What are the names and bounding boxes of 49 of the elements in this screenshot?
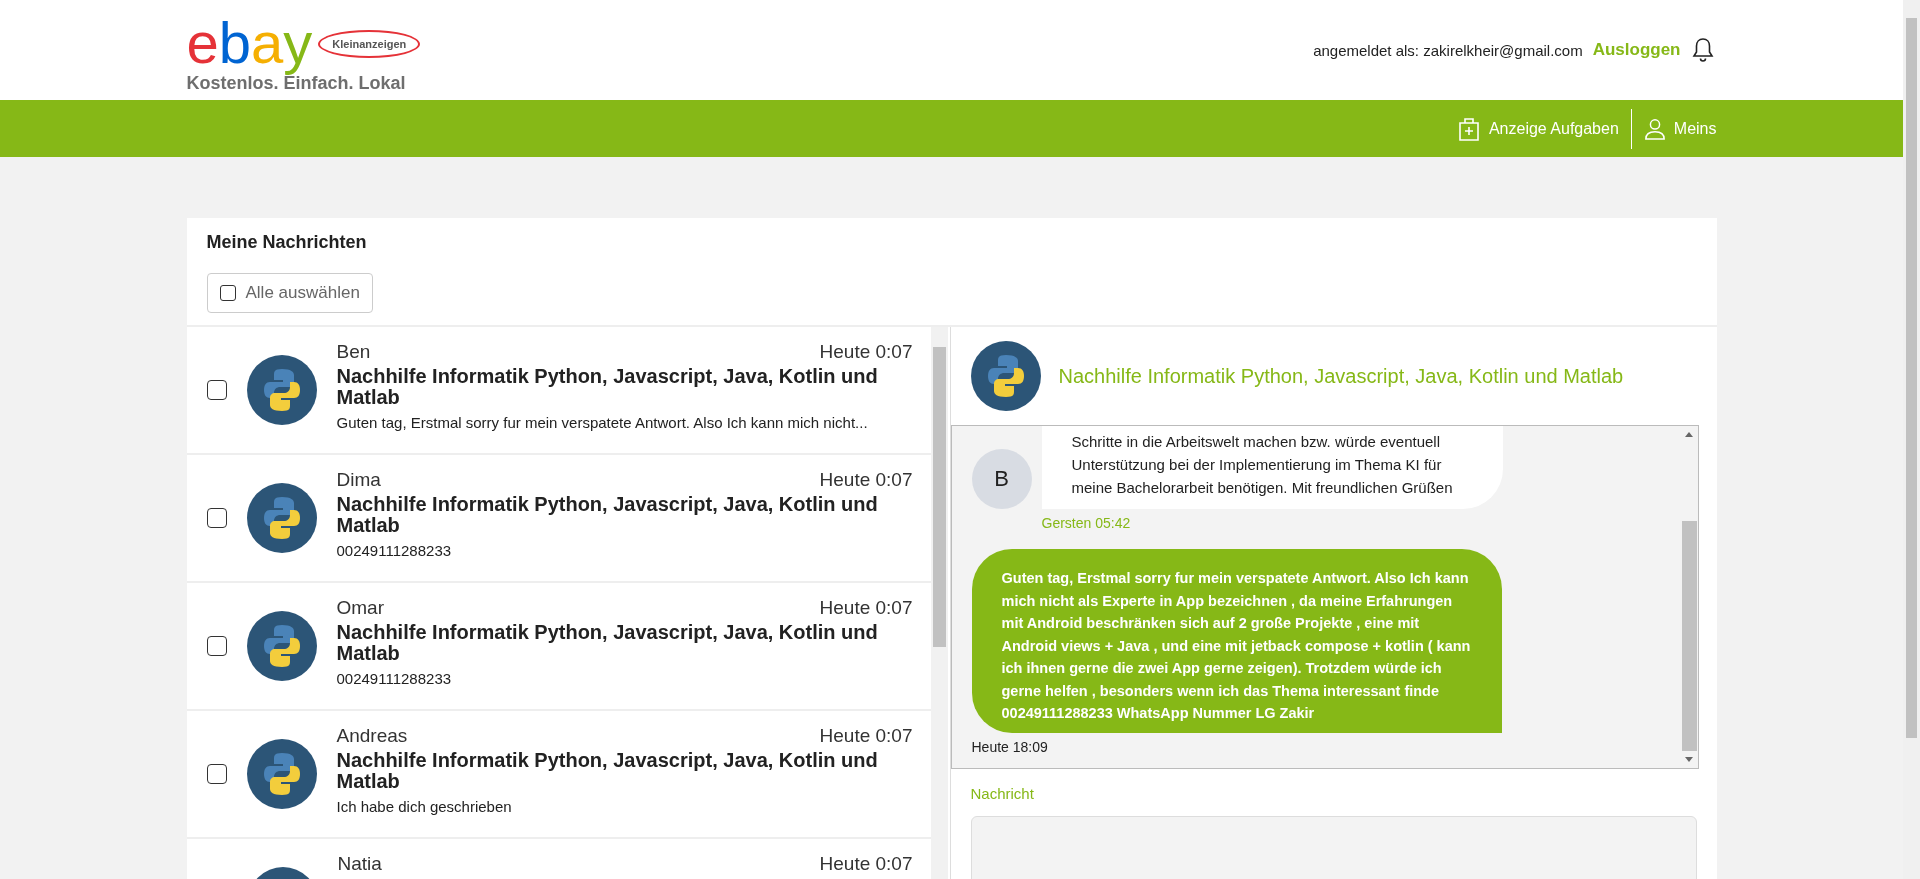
checkbox[interactable] (219, 285, 236, 301)
python-logo-avatar-icon (246, 355, 317, 425)
listing-title: Nachhilfe Informatik Python, Javascript, Java, Kotlin und Matlab (336, 750, 879, 792)
python-logo-avatar-icon (970, 341, 1041, 411)
message-label: Nachricht (970, 785, 1035, 802)
conversation-item[interactable]: Omar Heute 0:07 Nachhilfe Informatik Python, Javascript, Java, Kotlin und Matlab 00249111288233 (186, 583, 931, 711)
message-time: Heute 0:07 (819, 597, 913, 619)
sender-name: Dima (336, 469, 381, 491)
listing-title: Nachhilfe Informatik Python, Javascript, Java, Kotlin und Matlab (336, 366, 879, 408)
bag-plus-icon (1456, 115, 1481, 142)
received-message-bubble: Schritte in die Arbeitswelt machen bzw. würde eventuell Unterstützung bei der Implementierung im Thema KI für meine Bachelorarbeit benötigen. Mit freundlichen Grüßen (1041, 426, 1503, 509)
python-logo-avatar-icon (246, 739, 317, 809)
kleinanzeigen-badge: Kleinanzeigen (318, 29, 421, 58)
conversation-item[interactable]: Andreas Heute 0:07 Nachhilfe Informatik Python, Javascript, Java, Kotlin und Matlab Ich habe dich geschrieben (186, 711, 931, 839)
conversation-item[interactable]: Ben Heute 0:07 Nachhilfe Informatik Python, Javascript, Java, Kotlin und Matlab Guten tag, Erstmal sorry fur mein verspatete Antwort. Also Ich kann mich nicht... (186, 327, 931, 455)
message-preview: 00249111288233 (336, 670, 453, 687)
message-preview: Ich habe dich geschrieben (336, 798, 513, 815)
message-input[interactable] (970, 816, 1697, 879)
checkbox[interactable] (206, 636, 227, 656)
message-preview: 00249111288233 (336, 542, 453, 559)
user-icon (1643, 117, 1666, 140)
sender-name: Natia (337, 853, 382, 875)
message-time: Heute 0:07 (819, 853, 913, 875)
conversation-item[interactable]: Natia Heute 0:07 (186, 839, 931, 879)
message-time: Heute 18:09 (971, 738, 1048, 755)
sent-message-bubble: Guten tag, Erstmal sorry fur mein verspatete Antwort. Also Ich kann mich nicht als Experte in App bezeichnen , da meine Erfahrungen mit Android beschränken sich auf 2 große Projekte , eine mit Android views + Java , und eine mit jetback compose + kotlin ( kann ich ihnen gerne die zwei App gerne zeigen). Trotzdem würde ich gerne helfen , besonders wenn ich das Thema interessant finde 00249111288233 WhatsApp Nummer LG Zakir (971, 549, 1502, 733)
conversation-item[interactable]: Dima Heute 0:07 Nachhilfe Informatik Python, Javascript, Java, Kotlin und Matlab 00249111288233 (186, 455, 931, 583)
message-preview: Guten tag, Erstmal sorry fur mein verspatete Antwort. Also Ich kann mich nicht... (336, 414, 869, 431)
inbox-title: Meine Nachrichten (206, 232, 368, 253)
sender-avatar: B (971, 449, 1032, 509)
bell-icon[interactable] (1690, 37, 1715, 63)
checkbox[interactable] (206, 508, 227, 528)
signed-in-label: angemeldet als: zakirelkheir@gmail.com (1313, 41, 1583, 59)
checkbox[interactable] (206, 764, 227, 784)
sender-name: Omar (336, 597, 384, 619)
scrollbar[interactable] (930, 327, 948, 879)
python-logo-avatar-icon (246, 483, 317, 553)
select-all-button[interactable]: Alle auswählen (206, 273, 373, 313)
message-time: Heute 0:07 (819, 341, 913, 363)
message-time: Heute 0:07 (819, 469, 913, 491)
message-time: Heute 0:07 (819, 725, 913, 747)
python-logo-avatar-icon (246, 611, 317, 681)
sender-name: Andreas (336, 725, 408, 747)
message-time: Gersten 05:42 (1041, 515, 1131, 531)
sender-name: Ben (336, 341, 371, 363)
chat-title: Nachhilfe Informatik Python, Javascript, Java, Kotlin und Matlab (1058, 364, 1624, 388)
checkbox[interactable] (206, 380, 227, 400)
listing-title: Nachhilfe Informatik Python, Javascript, Java, Kotlin und Matlab (336, 622, 879, 664)
listing-title: Nachhilfe Informatik Python, Javascript, Java, Kotlin und Matlab (336, 494, 879, 536)
